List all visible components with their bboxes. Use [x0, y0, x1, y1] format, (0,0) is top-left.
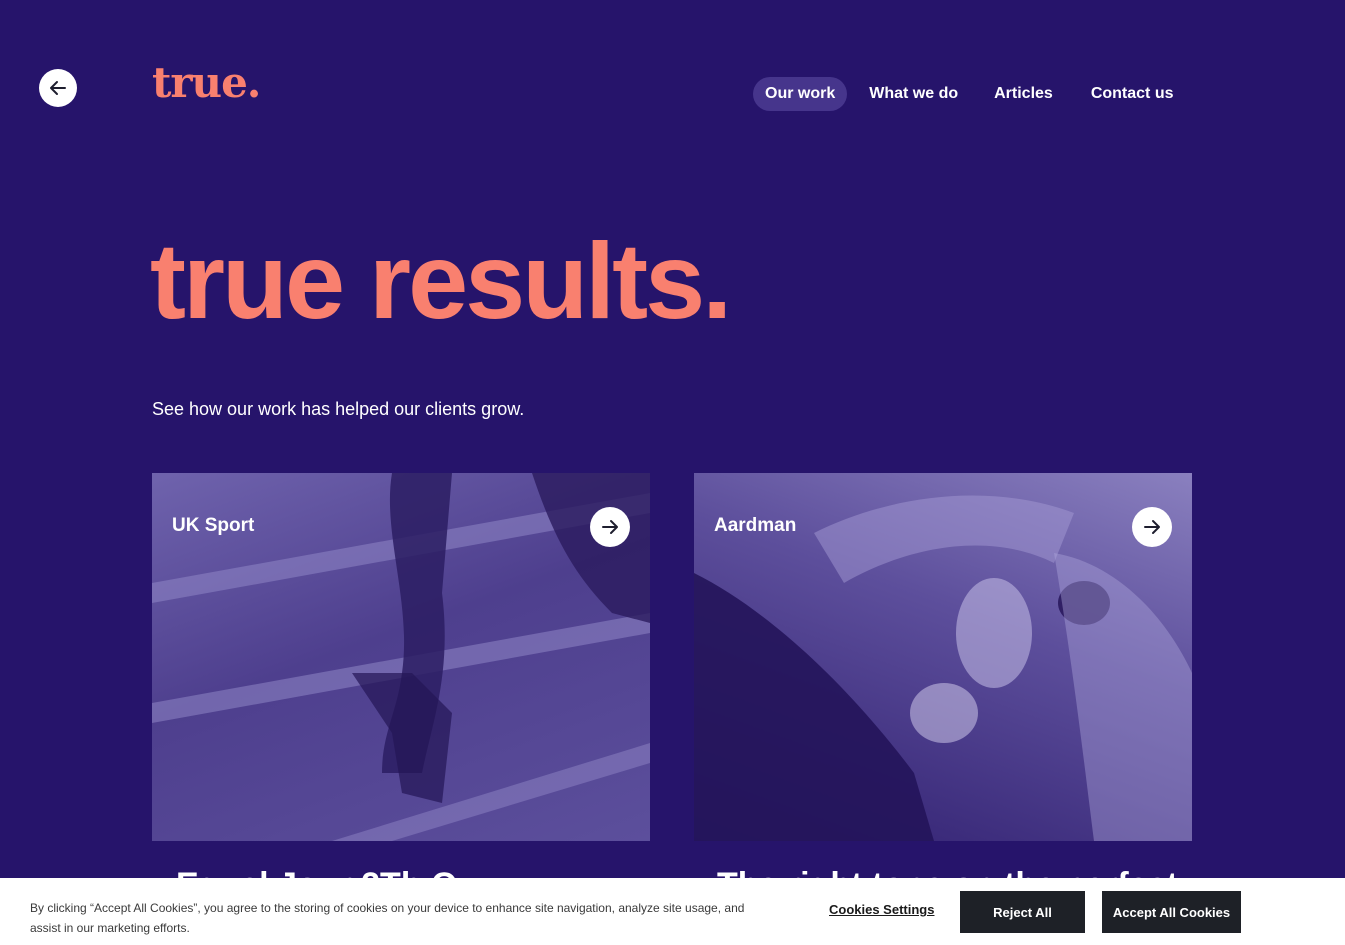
cookie-text: By clicking “Accept All Cookies”, you ag… [30, 901, 745, 935]
nav-item-what-we-do[interactable]: What we do [857, 77, 970, 111]
card-arrow-button[interactable] [590, 507, 630, 547]
accept-all-cookies-button[interactable]: Accept All Cookies [1102, 891, 1241, 933]
arrow-right-icon [1144, 520, 1160, 534]
cookie-banner: By clicking “Accept All Cookies”, you ag… [0, 878, 1345, 945]
cookies-settings-link[interactable]: Cookies Settings [829, 902, 934, 917]
main-nav: Our work What we do Articles Contact us [753, 77, 1196, 111]
card-arrow-button[interactable] [1132, 507, 1172, 547]
card-label: UK Sport [172, 515, 255, 536]
page-title: true results. [150, 220, 732, 341]
back-button[interactable] [39, 69, 77, 107]
arrow-right-icon [602, 520, 618, 534]
card-label: Aardman [714, 515, 797, 536]
nav-item-articles[interactable]: Articles [982, 77, 1065, 111]
reject-all-button[interactable]: Reject All [960, 891, 1085, 933]
page-subtitle: See how our work has helped our clients … [152, 399, 525, 419]
arrow-left-icon [50, 81, 66, 95]
nav-item-contact-us[interactable]: Contact us [1079, 77, 1186, 111]
case-study-card-aardman[interactable]: Aardman [694, 473, 1192, 841]
nav-item-our-work[interactable]: Our work [753, 77, 848, 111]
logo[interactable]: true. [152, 58, 261, 107]
case-study-card-uk-sport[interactable]: UK Sport [152, 473, 650, 841]
